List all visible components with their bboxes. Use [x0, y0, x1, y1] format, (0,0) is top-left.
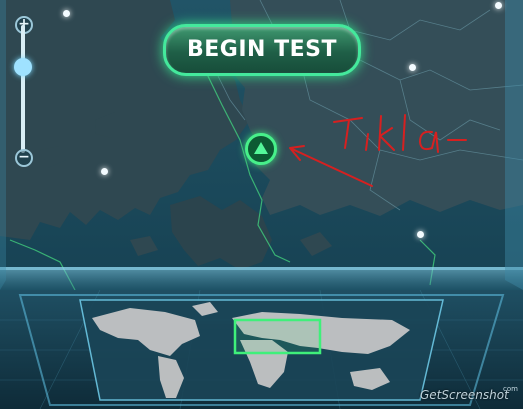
server-location-dot[interactable] [101, 168, 108, 175]
speedtest-app: + − BEGIN TEST GetScreenshot com [0, 0, 523, 409]
zoom-out-icon[interactable]: − [15, 149, 33, 167]
watermark-text: GetScreenshot [420, 388, 509, 402]
server-marker-icon[interactable] [245, 133, 277, 165]
zoom-slider-handle[interactable] [14, 58, 32, 76]
triangle-icon [254, 142, 268, 154]
server-location-dot[interactable] [409, 64, 416, 71]
server-location-dot[interactable] [495, 2, 502, 9]
server-location-dot[interactable] [63, 10, 70, 17]
watermark-suffix: com [503, 385, 518, 393]
server-location-dot[interactable] [417, 231, 424, 238]
zoom-slider-track[interactable] [21, 25, 25, 153]
watermark: GetScreenshot [420, 388, 509, 402]
begin-test-button[interactable]: BEGIN TEST [163, 24, 361, 76]
zoom-out-label: − [18, 149, 30, 165]
